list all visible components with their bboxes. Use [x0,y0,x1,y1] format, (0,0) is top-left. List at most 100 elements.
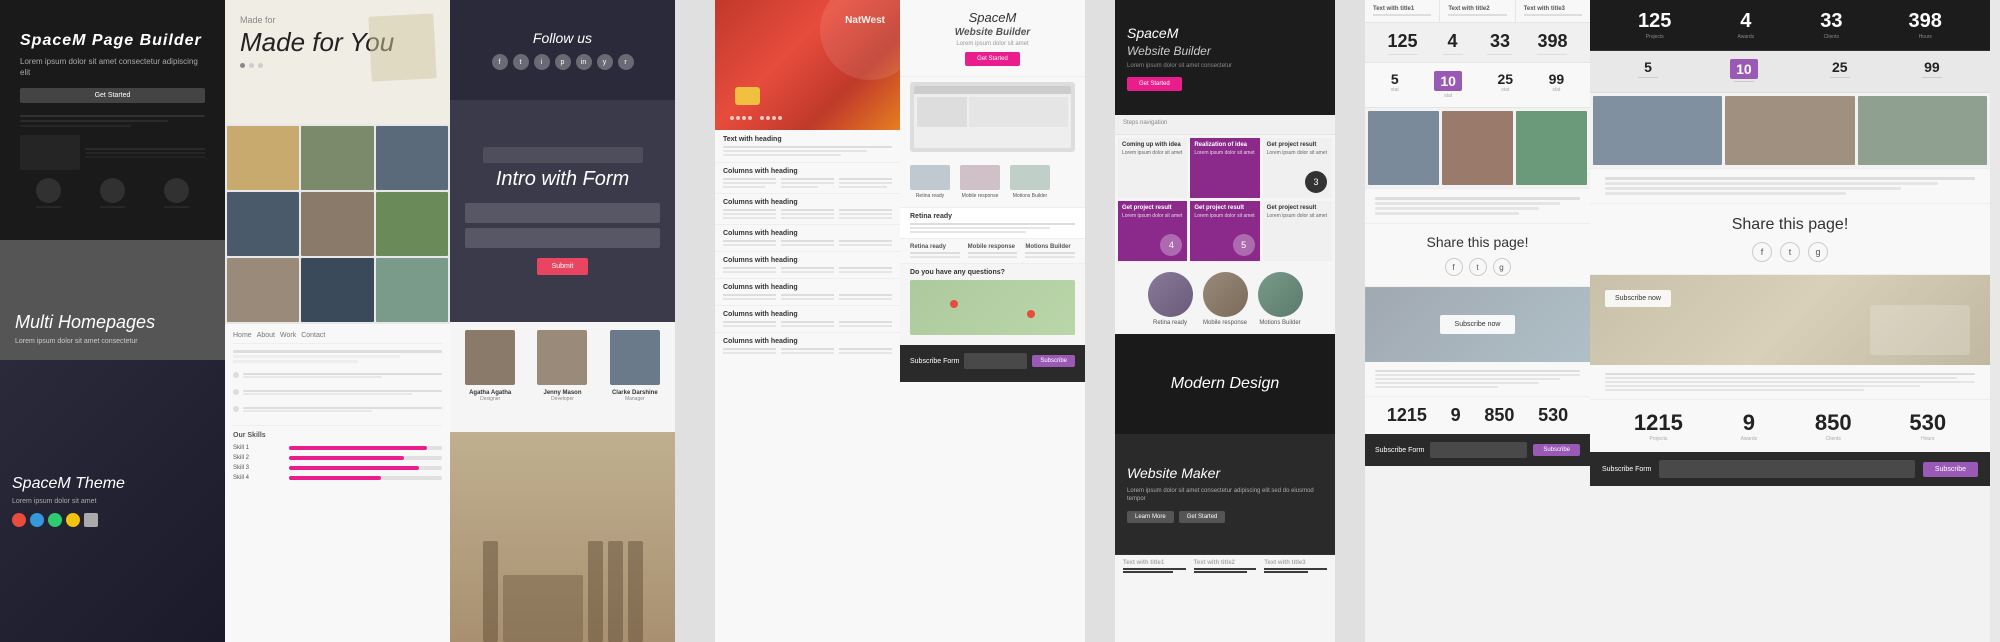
right-share-fb[interactable]: f [1752,242,1772,262]
gallery-container: SpaceM Page Builder Lorem ipsum dolor si… [0,0,2000,642]
right-col: 125 Projects 4 Awards 33 Clients 398 Hou… [1590,0,1990,642]
spacem-wbuilder-title: SpaceM [1127,25,1323,41]
stat-10-highlight: 10 [1434,71,1462,91]
retina-label: Retina ready [916,193,944,199]
linkedin-icon[interactable]: in [576,54,592,70]
office-photo-card [450,432,675,642]
learn-more-button[interactable]: Learn More [1127,511,1174,523]
get-started-button[interactable]: Get Started [20,88,205,103]
right-sub-form: Subscribe Form Subscribe [1590,452,1990,486]
portrait-2: Mobile response [1203,272,1248,326]
sub-dark-btn[interactable]: Subscribe [1533,444,1580,456]
small-stat-99: 99 [1922,59,1942,75]
circle-portraits: Retina ready Mobile response Motions Bui… [1115,264,1335,334]
team-role-1: Designer [480,396,500,402]
portrait-circle-1 [1148,272,1193,317]
txt-title-1: Text with title1 [1123,560,1186,566]
step-3-text: Lorem ipsum dolor sit amet [1267,150,1328,157]
share-icon-1[interactable]: f [1445,258,1463,276]
right-share-icons: f t g [1605,242,1975,262]
team-member-3: Clarke Darshine Manager [603,330,667,402]
right-lorem-2 [1590,365,1990,399]
stat-99-label: stat [1549,87,1565,93]
spacem-builder-card: SpaceM Page Builder Lorem ipsum dolor si… [0,0,225,240]
wbuilder-desc: Lorem ipsum dolor sit amet consectetur [1127,63,1323,69]
motions-feature: Motions Builder [1010,165,1050,199]
column-11: 125 Projects 4 Awards 33 Clients 398 Hou… [1590,0,1990,642]
builder-header: SpaceM Website Builder Lorem ipsum dolor… [900,0,1085,77]
card-number [730,116,782,120]
form-input-1[interactable] [465,203,660,223]
portrait-3: Motions Builder [1258,272,1303,326]
step-4: Get project result Lorem ipsum dolor sit… [1118,201,1187,261]
nav-item-about: About [257,332,275,339]
instagram-icon[interactable]: i [534,54,550,70]
mosaic-grid-card [225,124,450,324]
subscribe-button[interactable]: Subscribe [1032,355,1075,367]
step-2-title: Realization of idea [1194,142,1255,148]
share-icon-2[interactable]: t [1469,258,1487,276]
share-icon-3[interactable]: g [1493,258,1511,276]
r-stat-9: 9 [1741,410,1758,436]
builder-cta-button[interactable]: Get Started [965,52,1020,66]
photo-row [1365,108,1590,188]
subscribe-input[interactable] [964,353,1027,369]
mosaic-cell-3 [376,126,448,190]
text-section-1-title: Text with heading [723,136,892,143]
right-photo-1 [1593,96,1722,165]
builder-title: Website Builder [910,27,1075,38]
get-started-wm-button[interactable]: Get Started [1179,511,1226,523]
col10-content: Text with title1 Text with title2 Text w… [1365,0,1590,642]
sub-dark-input[interactable] [1430,442,1527,458]
mosaic-cell-8 [301,258,373,322]
r-stat-1215: 1215 [1634,410,1683,436]
facebook-icon[interactable]: f [492,54,508,70]
r-stat-530: 530 [1909,410,1946,436]
follow-us-card: Follow us f t i p in y r [450,0,675,100]
sketch-decoration [370,15,435,80]
natwest-card: NatWest [715,0,900,130]
mosaic-cell-6 [376,192,448,256]
stats-row-bottom: 1215 9 850 530 [1365,396,1590,434]
wbuilder-cta[interactable]: Get Started [1127,77,1182,91]
small-stat-10: 10 [1730,59,1758,79]
small-stat-5: 5 [1638,59,1658,75]
form-submit-button[interactable]: Submit [537,258,589,275]
icon-1 [12,513,26,527]
twitter-icon[interactable]: t [513,54,529,70]
skill-name-3: Skill 3 [233,465,283,471]
rss-icon[interactable]: r [618,54,634,70]
text-heading-1: Retina ready [910,213,1075,220]
laptop-mockup [910,82,1075,152]
right-photo-row [1590,93,1990,168]
stat-r-33: 33 [1820,10,1842,33]
nav-item-work: Work [280,332,296,339]
right-sub-input[interactable] [1659,460,1914,478]
step-1-text: Lorem ipsum dolor sit amet [1122,150,1183,157]
stat-1215: 1215 [1387,405,1427,426]
hero-photo-blurred: Subscribe now [1365,287,1590,362]
step-1-title: Coming up with idea [1122,142,1183,148]
pinterest-icon[interactable]: p [555,54,571,70]
right-sub-btn[interactable]: Subscribe [1923,462,1978,477]
stat-10-label: stat [1434,93,1462,99]
map-pin-1 [950,300,958,308]
mosaic-cell-7 [227,258,299,322]
step-1: Coming up with idea Lorem ipsum dolor si… [1118,138,1187,198]
portrait-name-1: Retina ready [1153,320,1187,326]
right-share-gp[interactable]: g [1808,242,1828,262]
sub-form-label: Subscribe Form [1375,447,1424,454]
gap-2 [1085,0,1115,642]
r-stat-850-label: Clients [1815,436,1852,442]
builder-brand: SpaceM [910,10,1075,25]
portrait-name-3: Motions Builder [1259,320,1300,326]
right-share-tw[interactable]: t [1780,242,1800,262]
follow-us-title: Follow us [533,30,592,46]
portrait-1: Retina ready [1148,272,1193,326]
mobile-feature: Mobile response [960,165,1000,199]
keyboard-icon [84,513,98,527]
spacem-theme-desc: Lorem ipsum dolor sit amet [12,498,213,505]
form-input-2[interactable] [465,228,660,248]
step-2: Realization of idea Lorem ipsum dolor si… [1190,138,1259,198]
youtube-icon[interactable]: y [597,54,613,70]
